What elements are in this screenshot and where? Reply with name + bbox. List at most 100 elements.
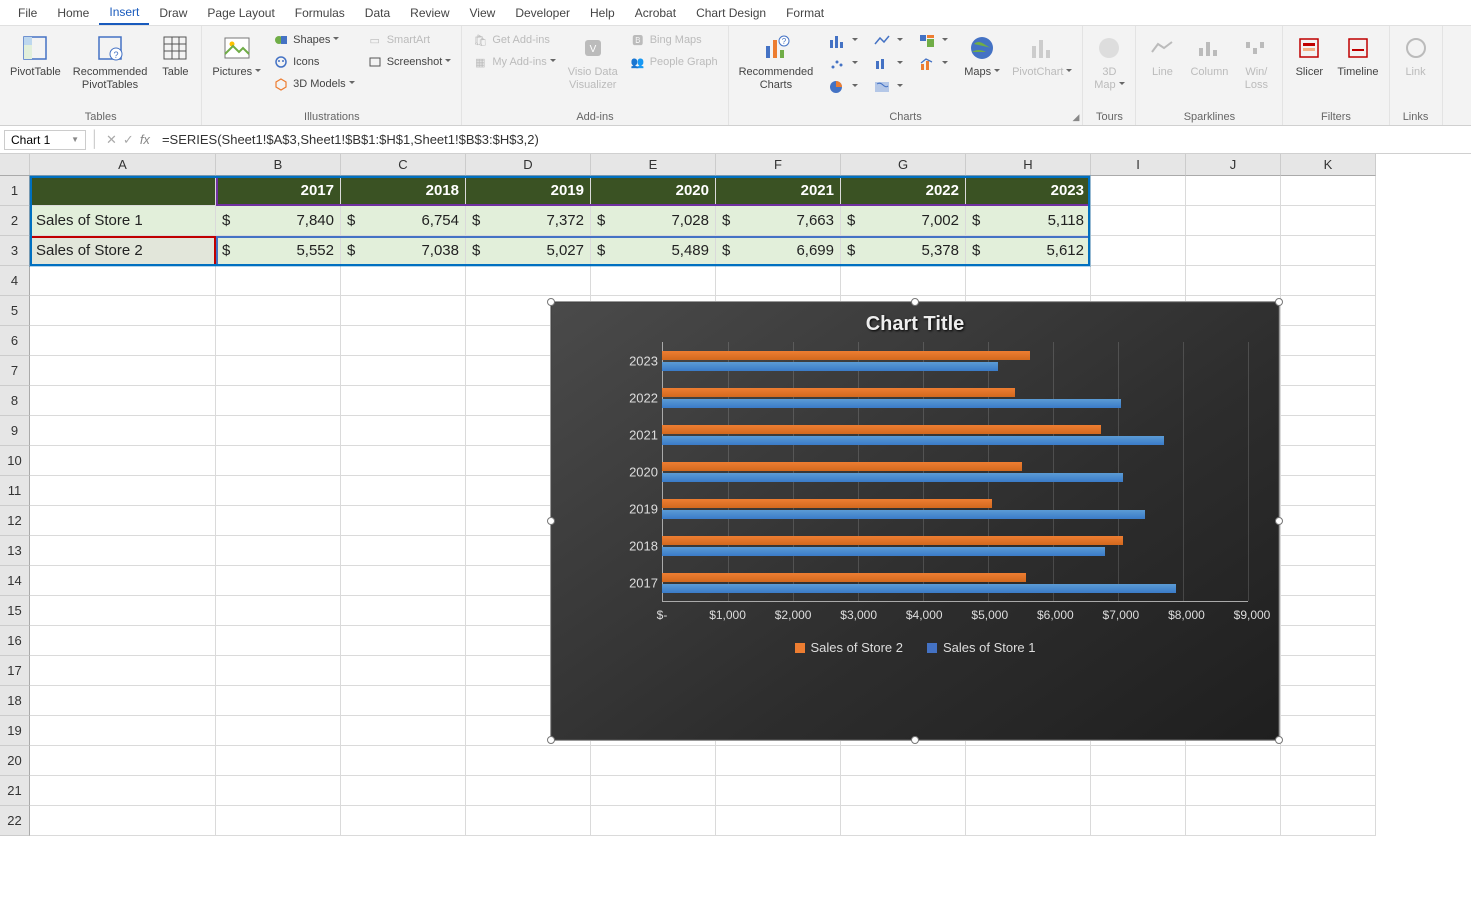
col-header-I[interactable]: I bbox=[1091, 154, 1186, 176]
menu-home[interactable]: Home bbox=[47, 2, 99, 24]
sparkline-line-button[interactable]: Line bbox=[1142, 30, 1182, 81]
cell-K21[interactable] bbox=[1281, 776, 1376, 806]
cell-B5[interactable] bbox=[216, 296, 341, 326]
cell-B9[interactable] bbox=[216, 416, 341, 446]
col-header-J[interactable]: J bbox=[1186, 154, 1281, 176]
cell-B6[interactable] bbox=[216, 326, 341, 356]
cell-H2[interactable]: $5,118 bbox=[966, 206, 1091, 236]
chart-scatter-button[interactable] bbox=[825, 55, 862, 73]
cell-B22[interactable] bbox=[216, 806, 341, 836]
col-header-K[interactable]: K bbox=[1281, 154, 1376, 176]
cell-G2[interactable]: $7,002 bbox=[841, 206, 966, 236]
menu-data[interactable]: Data bbox=[355, 2, 400, 24]
cell-B4[interactable] bbox=[216, 266, 341, 296]
visio-button[interactable]: V Visio Data Visualizer bbox=[564, 30, 622, 94]
my-addins-button[interactable]: ▦My Add-ins bbox=[468, 52, 559, 72]
maps-button[interactable]: Maps bbox=[960, 30, 1004, 81]
cell-A15[interactable] bbox=[30, 596, 216, 626]
cell-C4[interactable] bbox=[341, 266, 466, 296]
cell-A10[interactable] bbox=[30, 446, 216, 476]
cell-C5[interactable] bbox=[341, 296, 466, 326]
cell-K10[interactable] bbox=[1281, 446, 1376, 476]
cell-C19[interactable] bbox=[341, 716, 466, 746]
legend[interactable]: Sales of Store 2 Sales of Store 1 bbox=[552, 632, 1278, 663]
cell-B7[interactable] bbox=[216, 356, 341, 386]
cell-F20[interactable] bbox=[716, 746, 841, 776]
row-header-8[interactable]: 8 bbox=[0, 386, 30, 416]
bar-series2[interactable] bbox=[662, 499, 992, 508]
cell-B11[interactable] bbox=[216, 476, 341, 506]
cell-K5[interactable] bbox=[1281, 296, 1376, 326]
cell-C11[interactable] bbox=[341, 476, 466, 506]
cell-A11[interactable] bbox=[30, 476, 216, 506]
row-header-12[interactable]: 12 bbox=[0, 506, 30, 536]
col-header-F[interactable]: F bbox=[716, 154, 841, 176]
cell-D20[interactable] bbox=[466, 746, 591, 776]
formula-input[interactable] bbox=[156, 130, 1471, 149]
cell-K8[interactable] bbox=[1281, 386, 1376, 416]
cell-K20[interactable] bbox=[1281, 746, 1376, 776]
cell-H1[interactable]: 2023 bbox=[966, 176, 1091, 206]
legend-item[interactable]: Sales of Store 1 bbox=[927, 640, 1036, 655]
cell-G21[interactable] bbox=[841, 776, 966, 806]
cell-C18[interactable] bbox=[341, 686, 466, 716]
cell-K22[interactable] bbox=[1281, 806, 1376, 836]
row-header-16[interactable]: 16 bbox=[0, 626, 30, 656]
pivottable-button[interactable]: PivotTable bbox=[6, 30, 65, 81]
cell-B19[interactable] bbox=[216, 716, 341, 746]
cell-H3[interactable]: $5,612 bbox=[966, 236, 1091, 266]
cell-K4[interactable] bbox=[1281, 266, 1376, 296]
col-header-C[interactable]: C bbox=[341, 154, 466, 176]
menu-draw[interactable]: Draw bbox=[149, 2, 197, 24]
cell-D1[interactable]: 2019 bbox=[466, 176, 591, 206]
pivotchart-button[interactable]: PivotChart bbox=[1008, 30, 1076, 81]
cell-D21[interactable] bbox=[466, 776, 591, 806]
cell-F21[interactable] bbox=[716, 776, 841, 806]
cell-I4[interactable] bbox=[1091, 266, 1186, 296]
bar-series1[interactable] bbox=[662, 584, 1176, 593]
cell-B12[interactable] bbox=[216, 506, 341, 536]
link-button[interactable]: Link bbox=[1396, 30, 1436, 81]
people-graph-button[interactable]: 👥People Graph bbox=[626, 52, 722, 72]
enter-formula-icon[interactable]: ✓ bbox=[123, 132, 134, 148]
cell-G22[interactable] bbox=[841, 806, 966, 836]
cell-G1[interactable]: 2022 bbox=[841, 176, 966, 206]
chart-stat-button[interactable] bbox=[870, 55, 907, 73]
cell-C2[interactable]: $6,754 bbox=[341, 206, 466, 236]
cell-A12[interactable] bbox=[30, 506, 216, 536]
cell-E20[interactable] bbox=[591, 746, 716, 776]
cell-D3[interactable]: $5,027 bbox=[466, 236, 591, 266]
cell-A19[interactable] bbox=[30, 716, 216, 746]
cell-A1[interactable] bbox=[30, 176, 216, 206]
bar-series1[interactable] bbox=[662, 399, 1121, 408]
cancel-formula-icon[interactable]: ✕ bbox=[106, 132, 117, 148]
cell-C7[interactable] bbox=[341, 356, 466, 386]
table-button[interactable]: Table bbox=[155, 30, 195, 81]
timeline-button[interactable]: Timeline bbox=[1333, 30, 1382, 81]
cell-B21[interactable] bbox=[216, 776, 341, 806]
3dmap-button[interactable]: 3D Map bbox=[1089, 30, 1129, 94]
cell-C3[interactable]: $7,038 bbox=[341, 236, 466, 266]
cell-F3[interactable]: $6,699 bbox=[716, 236, 841, 266]
cell-F22[interactable] bbox=[716, 806, 841, 836]
cell-C8[interactable] bbox=[341, 386, 466, 416]
col-header-E[interactable]: E bbox=[591, 154, 716, 176]
name-box[interactable]: Chart 1▼ bbox=[4, 130, 86, 150]
cell-E4[interactable] bbox=[591, 266, 716, 296]
cell-B3[interactable]: $5,552 bbox=[216, 236, 341, 266]
bar-series2[interactable] bbox=[662, 425, 1101, 434]
legend-item[interactable]: Sales of Store 2 bbox=[795, 640, 904, 655]
row-header-15[interactable]: 15 bbox=[0, 596, 30, 626]
row-header-7[interactable]: 7 bbox=[0, 356, 30, 386]
bar-series1[interactable] bbox=[662, 510, 1145, 519]
cell-C22[interactable] bbox=[341, 806, 466, 836]
cell-E2[interactable]: $7,028 bbox=[591, 206, 716, 236]
cell-B20[interactable] bbox=[216, 746, 341, 776]
cell-K14[interactable] bbox=[1281, 566, 1376, 596]
cell-H22[interactable] bbox=[966, 806, 1091, 836]
cell-J4[interactable] bbox=[1186, 266, 1281, 296]
cell-K17[interactable] bbox=[1281, 656, 1376, 686]
cell-C1[interactable]: 2018 bbox=[341, 176, 466, 206]
cell-C15[interactable] bbox=[341, 596, 466, 626]
chart-line-button[interactable] bbox=[870, 32, 907, 50]
